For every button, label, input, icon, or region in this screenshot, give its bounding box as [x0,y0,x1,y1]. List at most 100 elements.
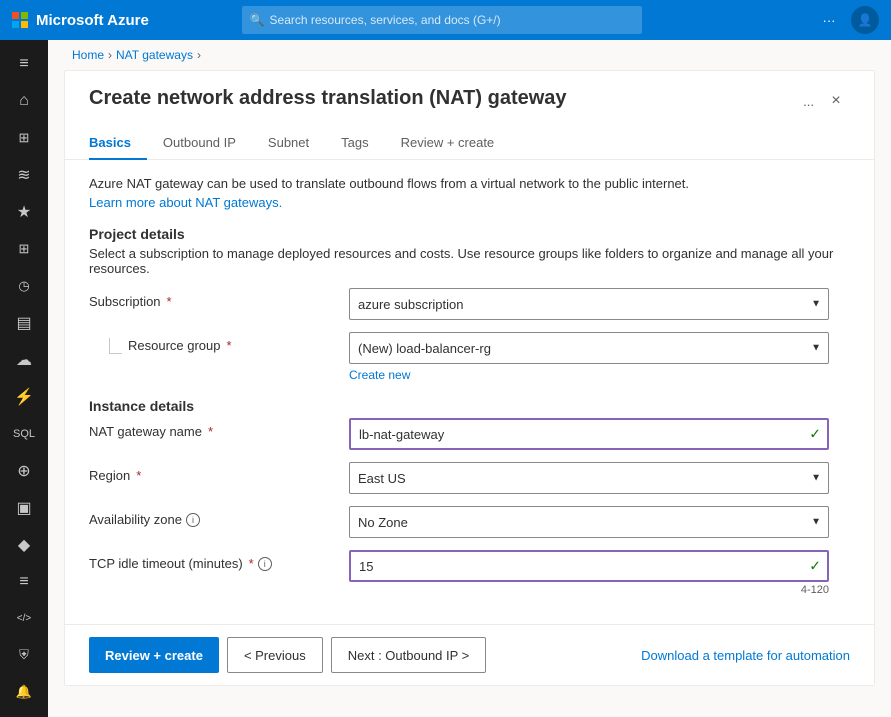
search-icon: 🔍 [250,13,265,27]
create-panel: Create network address translation (NAT)… [64,70,875,686]
region-select-wrapper[interactable]: East US ▼ [349,462,829,494]
dashboard-icon[interactable]: ⊞ [4,122,44,155]
panel-title: Create network address translation (NAT)… [89,87,567,110]
region-select[interactable]: East US [349,462,829,494]
tcp-idle-timeout-info-icon[interactable]: i [258,557,272,571]
project-details-desc: Select a subscription to manage deployed… [89,246,850,276]
download-template-link[interactable]: Download a template for automation [641,648,850,663]
tcp-idle-timeout-control: ✓ 4-120 [349,550,850,596]
tab-review-create[interactable]: Review + create [385,127,511,160]
availability-zone-label: Availability zone i [89,512,349,527]
resource-group-select-wrapper[interactable]: (New) load-balancer-rg ▼ [349,332,829,364]
tcp-idle-timeout-row: TCP idle timeout (minutes) * i ✓ 4-120 [89,550,850,596]
tcp-idle-timeout-label: TCP idle timeout (minutes) * i [89,556,349,571]
create-new-link[interactable]: Create new [349,368,850,382]
learn-more-link[interactable]: Learn more about NAT gateways. [89,195,282,210]
code-icon[interactable]: </> [4,602,44,635]
more-options-nav-icon[interactable]: ··· [815,6,843,34]
availability-zone-info-icon[interactable]: i [186,513,200,527]
panel-footer: Review + create < Previous Next : Outbou… [65,624,874,685]
search-input[interactable] [242,6,642,34]
tcp-idle-timeout-range-hint: 4-120 [349,584,829,596]
tcp-idle-timeout-input[interactable] [349,550,829,582]
user-avatar[interactable]: 👤 [851,6,879,34]
tab-subnet[interactable]: Subnet [252,127,325,160]
search-bar[interactable]: 🔍 [242,6,642,34]
subscription-control: azure subscription ▼ [349,288,850,320]
info-text: Azure NAT gateway can be used to transla… [89,176,850,191]
globe-icon[interactable]: ⊕ [4,454,44,487]
availability-zone-label-col: Availability zone i [89,506,349,527]
brand: Microsoft Azure [12,12,149,29]
resource-group-label: Resource group * [128,338,232,353]
subscription-select[interactable]: azure subscription [349,288,829,320]
region-label-col: Region * [89,462,349,483]
nav-icons: ··· 👤 [815,6,879,34]
diamond-icon[interactable]: ◆ [4,528,44,561]
breadcrumb-sep-1: › [108,48,112,62]
region-required: * [136,468,141,483]
subscription-label-col: Subscription * [89,288,349,309]
sidebar: ≡ ⌂ ⊞ ≋ ★ ⊞ ◷ ▤ ☁ ⚡ SQL ⊕ ▣ ◆ ≡ </> ⛨ 🔔 [0,40,48,717]
nat-gateway-name-input[interactable] [349,418,829,450]
instance-details-title: Instance details [89,398,850,414]
panel-header-icons: ... × [803,87,850,115]
nat-gateway-name-wrapper[interactable]: ✓ [349,418,829,450]
ms-logo-icon [12,12,28,28]
availability-zone-select[interactable]: No Zone [349,506,829,538]
project-details-title: Project details [89,226,850,242]
panel-header: Create network address translation (NAT)… [65,71,874,115]
activity-icon[interactable]: ≋ [4,159,44,192]
tab-outbound-ip[interactable]: Outbound IP [147,127,252,160]
favorites-icon[interactable]: ★ [4,196,44,229]
nat-gateway-name-check-icon: ✓ [809,426,821,443]
breadcrumb-nat-gateways[interactable]: NAT gateways [116,48,193,62]
next-outbound-ip-button[interactable]: Next : Outbound IP > [331,637,487,673]
lightning-icon[interactable]: ⚡ [4,380,44,413]
tab-basics[interactable]: Basics [89,127,147,160]
tcp-idle-timeout-check-icon: ✓ [809,558,821,575]
subscription-label: Subscription * [89,294,349,309]
bell-icon[interactable]: 🔔 [4,676,44,709]
shield-icon[interactable]: ⛨ [4,639,44,672]
region-label: Region * [89,468,349,483]
breadcrumb-home[interactable]: Home [72,48,104,62]
nat-gateway-name-label-col: NAT gateway name * [89,418,349,439]
nat-gateway-name-required: * [208,424,213,439]
tabs: Basics Outbound IP Subnet Tags Review + … [65,127,874,160]
recent-icon[interactable]: ◷ [4,270,44,303]
availability-zone-select-wrapper[interactable]: No Zone ▼ [349,506,829,538]
tcp-idle-timeout-label-col: TCP idle timeout (minutes) * i [89,550,349,571]
previous-button[interactable]: < Previous [227,637,323,673]
subscription-select-wrapper[interactable]: azure subscription ▼ [349,288,829,320]
subscription-required: * [167,294,172,309]
panel-more-icon[interactable]: ... [803,94,814,109]
nat-gateway-name-label: NAT gateway name * [89,424,349,439]
tab-tags[interactable]: Tags [325,127,384,160]
hamburger-icon[interactable]: ≡ [4,48,44,81]
subscription-row: Subscription * azure subscription ▼ [89,288,850,320]
tcp-idle-timeout-required: * [249,556,254,571]
apps-grid-icon[interactable]: ⊞ [4,233,44,266]
region-row: Region * East US ▼ [89,462,850,494]
monitor-icon[interactable]: ▣ [4,491,44,524]
availability-zone-control: No Zone ▼ [349,506,850,538]
nat-gateway-name-control: ✓ [349,418,850,450]
breadcrumb: Home › NAT gateways › [48,40,891,70]
resource-group-required: * [227,338,232,353]
close-icon[interactable]: × [822,87,850,115]
list-icon[interactable]: ≡ [4,565,44,598]
region-control: East US ▼ [349,462,850,494]
cloud-icon[interactable]: ☁ [4,344,44,377]
home-icon[interactable]: ⌂ [4,85,44,118]
resource-group-select[interactable]: (New) load-balancer-rg [349,332,829,364]
form-body: Azure NAT gateway can be used to transla… [65,160,874,624]
availability-zone-row: Availability zone i No Zone ▼ [89,506,850,538]
resource-group-control: (New) load-balancer-rg ▼ Create new [349,332,850,382]
tcp-idle-timeout-wrapper[interactable]: ✓ [349,550,829,582]
review-create-button[interactable]: Review + create [89,637,219,673]
breadcrumb-sep-2: › [197,48,201,62]
nat-gateway-name-row: NAT gateway name * ✓ [89,418,850,450]
sql-icon[interactable]: SQL [4,417,44,450]
database-icon[interactable]: ▤ [4,307,44,340]
